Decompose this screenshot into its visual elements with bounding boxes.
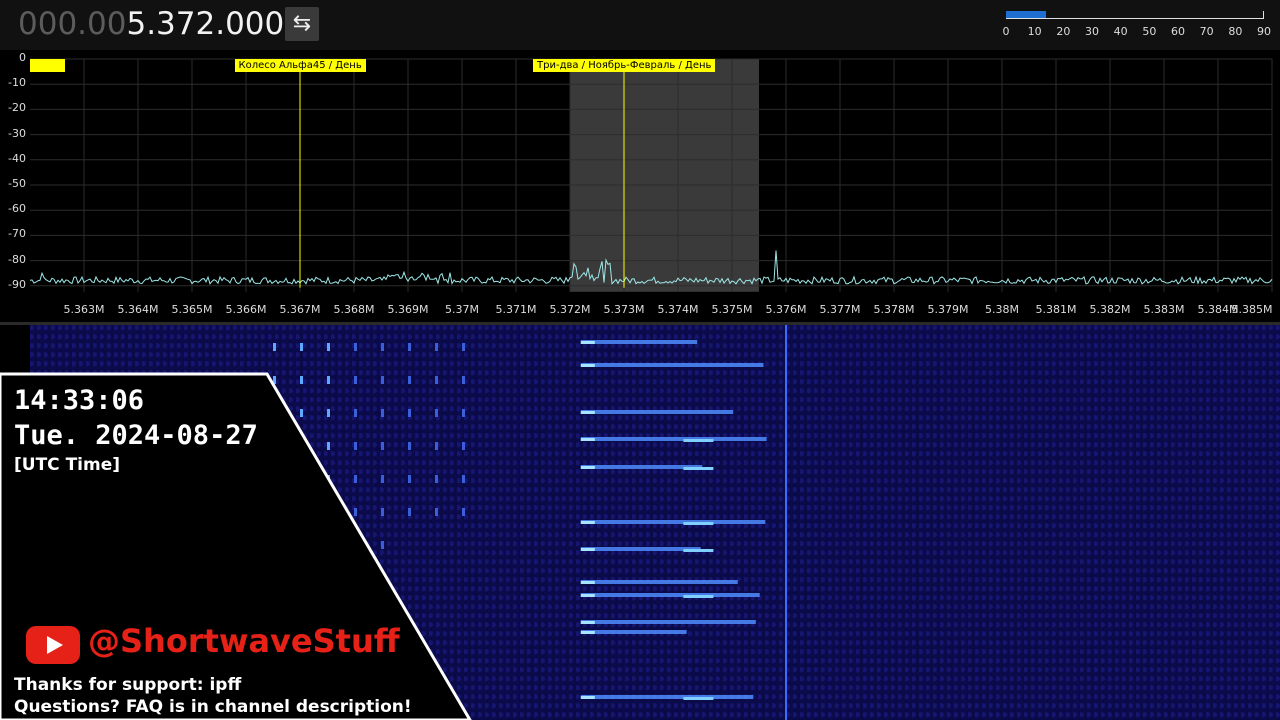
frequency-axis-label: 5.377M xyxy=(819,303,861,316)
frequency-axis-label: 5.385M xyxy=(1231,303,1273,316)
station-marker-label[interactable]: Три-два / Ноябрь-Февраль / День xyxy=(533,59,716,72)
signal-meter-fill xyxy=(1006,11,1047,18)
frequency-axis-label: 5.368M xyxy=(333,303,375,316)
frequency-leading-digits: 000.00 xyxy=(18,6,127,42)
frequency-axis-label: 5.372M xyxy=(549,303,591,316)
frequency-axis-label: 5.373M xyxy=(603,303,645,316)
frequency-axis-label: 5.378M xyxy=(873,303,915,316)
spectrum-panel[interactable]: 0 -10 -20 -30 -40 -50 -60 -70 -80 -90 Колесо Альф… xyxy=(0,50,1280,322)
waterfall-signals xyxy=(273,325,787,720)
passband-shading xyxy=(570,59,759,292)
meter-scale-label: 60 xyxy=(1171,25,1185,38)
signal-meter: 0 10 20 30 40 50 60 70 80 90 xyxy=(1002,11,1271,43)
frequency-axis-label: 5.375M xyxy=(711,303,753,316)
meter-scale-label: 80 xyxy=(1228,25,1243,38)
spectrum-plot[interactable] xyxy=(0,50,1280,300)
swap-arrows-icon: ⇆ xyxy=(292,11,312,36)
frequency-axis-label: 5.376M xyxy=(765,303,807,316)
meter-scale-label: 20 xyxy=(1056,25,1071,38)
meter-scale-label: 70 xyxy=(1199,25,1214,38)
waterfall-display[interactable] xyxy=(30,325,1280,720)
frequency-axis-label: 5.383M xyxy=(1143,303,1185,316)
meter-scale-label: 10 xyxy=(1027,25,1042,38)
station-marker-label[interactable]: Колесо Альфа45 / День xyxy=(234,59,366,72)
frequency-display[interactable]: 000.005.372.000 xyxy=(18,4,284,44)
meter-scale-label: 30 xyxy=(1085,25,1099,38)
frequency-axis-label: 5.382M xyxy=(1089,303,1131,316)
frequency-axis-label: 5.365M xyxy=(171,303,213,316)
frequency-axis-label: 5.369M xyxy=(387,303,429,316)
meter-scale-label: 0 xyxy=(1002,25,1010,38)
frequency-axis-label: 5.37M xyxy=(445,303,479,316)
frequency-axis-label: 5.366M xyxy=(225,303,267,316)
frequency-digits: 5.372.000 xyxy=(126,6,285,42)
frequency-axis-label: 5.381M xyxy=(1035,303,1077,316)
frequency-axis-label: 5.367M xyxy=(279,303,321,316)
frequency-axis-label: 5.364M xyxy=(117,303,159,316)
frequency-axis-label: 5.363M xyxy=(63,303,105,316)
frequency-axis-label: 5.371M xyxy=(495,303,537,316)
frequency-axis-label: 5.379M xyxy=(927,303,969,316)
swap-button[interactable]: ⇆ xyxy=(285,7,319,41)
top-toolbar: 000.005.372.000 ⇆ 0 10 20 30 40 50 60 70 80 90 xyxy=(0,0,1280,50)
frequency-axis-label: 5.38M xyxy=(985,303,1019,316)
reference-marker-flag xyxy=(30,59,65,72)
meter-scale-label: 50 xyxy=(1142,25,1157,38)
meter-scale-label: 40 xyxy=(1113,25,1128,38)
frequency-axis-label: 5.374M xyxy=(657,303,699,316)
meter-scale-label: 90 xyxy=(1257,25,1271,38)
